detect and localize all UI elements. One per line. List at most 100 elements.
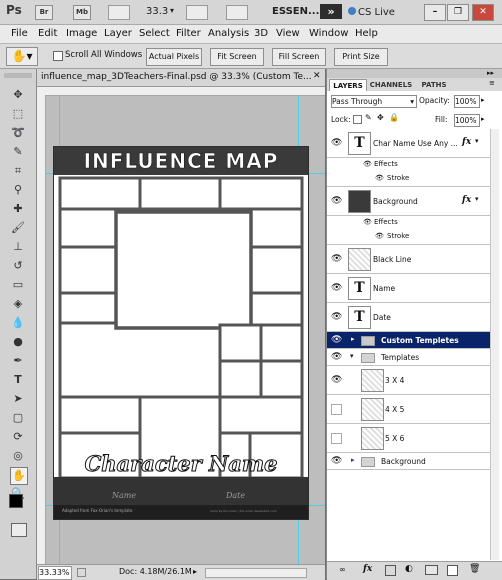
- menu-view[interactable]: View: [276, 28, 300, 39]
- visibility-eye-icon[interactable]: 👁: [331, 254, 342, 264]
- layer-black-line[interactable]: 👁 Black Line: [327, 245, 499, 274]
- fit-screen-button[interactable]: Fit Screen: [210, 48, 264, 66]
- visibility-off-box[interactable]: [331, 433, 342, 444]
- status-menu-icon[interactable]: ▸: [193, 567, 197, 576]
- vertical-ruler[interactable]: [37, 95, 46, 564]
- effects-eye-icon[interactable]: 👁: [363, 160, 372, 168]
- layer-char-name[interactable]: 👁 T Char Name Use Any ... fx ▾: [327, 129, 499, 158]
- collapse-panel-icon[interactable]: ▸▸: [487, 69, 494, 77]
- restore-button[interactable]: ❐: [447, 4, 469, 21]
- visibility-eye-icon[interactable]: 👁: [331, 335, 342, 345]
- lock-position-icon[interactable]: ✥: [377, 113, 384, 122]
- effects-toggle-icon[interactable]: ▾: [475, 137, 479, 145]
- delete-layer-icon[interactable]: 🗑: [469, 564, 480, 574]
- layers-scrollbar[interactable]: [490, 129, 499, 560]
- horizontal-scrollbar[interactable]: [205, 568, 307, 578]
- horizontal-ruler[interactable]: [37, 87, 325, 96]
- lock-all-icon[interactable]: 🔒: [389, 113, 399, 122]
- effects-row[interactable]: 👁 Effects: [327, 158, 499, 171]
- path-selection-tool-icon[interactable]: ➤: [10, 391, 26, 407]
- eyedropper-tool-icon[interactable]: ⚲: [10, 182, 26, 198]
- quick-mask-icon[interactable]: [11, 523, 27, 537]
- menu-3d[interactable]: 3D: [254, 28, 268, 39]
- menu-edit[interactable]: Edit: [38, 28, 57, 39]
- menu-filter[interactable]: Filter: [176, 28, 201, 39]
- clone-stamp-tool-icon[interactable]: ⊥: [10, 239, 26, 255]
- menu-select[interactable]: Select: [139, 28, 170, 39]
- bridge-button[interactable]: Br: [35, 5, 53, 20]
- menu-layer[interactable]: Layer: [104, 28, 132, 39]
- link-layers-icon[interactable]: ∞: [339, 565, 346, 574]
- scroll-all-windows-checkbox[interactable]: [53, 51, 63, 61]
- menu-image[interactable]: Image: [66, 28, 97, 39]
- arrange-documents-icon[interactable]: [186, 5, 208, 20]
- group-expand-icon[interactable]: ▸: [351, 456, 355, 464]
- zoom-field[interactable]: 33.33%: [38, 566, 72, 580]
- effects-toggle-icon[interactable]: ▾: [475, 195, 479, 203]
- zoom-level[interactable]: 33.3: [146, 6, 168, 17]
- layer-group-custom-templetes[interactable]: 👁 ▸ Custom Templetes: [327, 332, 499, 349]
- visibility-eye-icon[interactable]: 👁: [331, 196, 342, 206]
- stroke-eye-icon[interactable]: 👁: [375, 174, 384, 182]
- layer-background[interactable]: 👁 Background fx ▾: [327, 187, 499, 216]
- layer-date-text[interactable]: 👁 T Date: [327, 303, 499, 332]
- fx-icon[interactable]: fx: [462, 195, 471, 205]
- menu-analysis[interactable]: Analysis: [208, 28, 249, 39]
- paint-bucket-tool-icon[interactable]: ◈: [10, 296, 26, 312]
- lock-transparent-icon[interactable]: [353, 115, 362, 124]
- shape-tool-icon[interactable]: ▢: [10, 410, 26, 426]
- type-tool-icon[interactable]: T: [10, 372, 26, 388]
- 3d-rotate-tool-icon[interactable]: ⟳: [10, 429, 26, 445]
- zoom-dropdown-icon[interactable]: ▾: [170, 6, 174, 15]
- tab-channels[interactable]: CHANNELS: [367, 79, 415, 91]
- hand-tool-preset-icon[interactable]: ✋▾: [6, 47, 38, 66]
- workspace-switcher[interactable]: ESSEN...: [272, 6, 319, 17]
- visibility-eye-icon[interactable]: 👁: [331, 138, 342, 148]
- fx-icon[interactable]: fx: [462, 137, 471, 147]
- tab-paths[interactable]: PATHS: [419, 79, 449, 91]
- extras-icon[interactable]: [108, 5, 130, 20]
- new-layer-icon[interactable]: [447, 565, 458, 576]
- group-collapse-icon[interactable]: ▾: [350, 352, 354, 360]
- stroke-eye-icon[interactable]: 👁: [375, 232, 384, 240]
- print-size-button[interactable]: Print Size: [334, 48, 388, 66]
- fill-screen-button[interactable]: Fill Screen: [272, 48, 326, 66]
- visibility-eye-icon[interactable]: 👁: [331, 375, 342, 385]
- mini-bridge-button[interactable]: Mb: [73, 5, 91, 20]
- 3d-orbit-tool-icon[interactable]: ◎: [10, 448, 26, 464]
- layer-group-background[interactable]: 👁 ▸ Background: [327, 453, 499, 470]
- document-tab[interactable]: influence_map_3DTeachers-Final.psd @ 33.…: [37, 69, 325, 87]
- marquee-tool-icon[interactable]: ⬚: [10, 106, 26, 122]
- layer-3x4[interactable]: 👁 3 X 4: [327, 366, 499, 395]
- new-group-icon[interactable]: [425, 565, 438, 575]
- menu-help[interactable]: Help: [355, 28, 378, 39]
- hand-tool-icon[interactable]: ✋: [10, 467, 28, 485]
- move-tool-icon[interactable]: ✥: [10, 87, 26, 103]
- layer-name-text[interactable]: 👁 T Name: [327, 274, 499, 303]
- crop-tool-icon[interactable]: ⌗: [10, 163, 26, 179]
- visibility-eye-icon[interactable]: 👁: [331, 312, 342, 322]
- blend-mode-select[interactable]: Pass Through ▾: [331, 95, 417, 108]
- layer-group-templates[interactable]: 👁 ▾ Templates: [327, 349, 499, 366]
- stroke-row[interactable]: 👁 Stroke: [327, 172, 499, 187]
- panel-menu-icon[interactable]: ≡: [489, 79, 495, 87]
- group-expand-icon[interactable]: ▸: [351, 335, 355, 343]
- history-brush-tool-icon[interactable]: ↺: [10, 258, 26, 274]
- visibility-eye-icon[interactable]: 👁: [331, 283, 342, 293]
- effects-row[interactable]: 👁 Effects: [327, 216, 499, 229]
- cs-live-button[interactable]: CS Live: [358, 7, 395, 18]
- add-mask-icon[interactable]: [385, 565, 396, 576]
- more-workspaces-button[interactable]: »: [320, 4, 342, 19]
- menu-file[interactable]: File: [11, 28, 28, 39]
- menu-window[interactable]: Window: [309, 28, 348, 39]
- screen-mode-icon[interactable]: [226, 5, 248, 20]
- close-button[interactable]: ✕: [472, 4, 494, 21]
- add-layer-style-icon[interactable]: fx: [363, 564, 372, 574]
- fill-input[interactable]: 100%: [454, 114, 480, 127]
- fill-slider-icon[interactable]: ▸: [481, 115, 485, 123]
- layer-5x6[interactable]: 5 X 6: [327, 424, 499, 453]
- pen-tool-icon[interactable]: ✒: [10, 353, 26, 369]
- healing-brush-tool-icon[interactable]: ✚: [10, 201, 26, 217]
- lock-image-icon[interactable]: ✎: [365, 113, 372, 122]
- lasso-tool-icon[interactable]: ➰: [10, 125, 26, 141]
